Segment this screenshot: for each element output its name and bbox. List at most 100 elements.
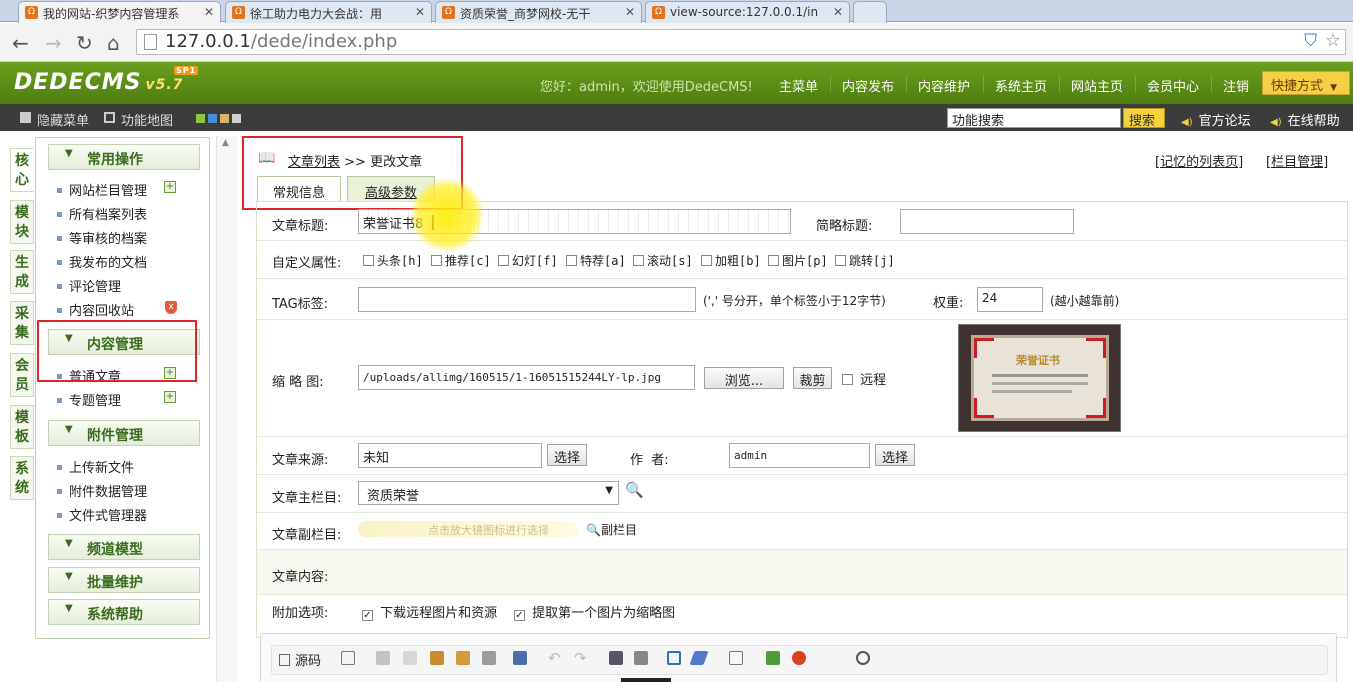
- skin-brown-icon[interactable]: [220, 114, 229, 123]
- source-button[interactable]: 源码: [279, 650, 321, 669]
- remember-list-link[interactable]: [记忆的列表页]: [1155, 151, 1243, 170]
- attr-headline[interactable]: 头条[h]: [363, 252, 423, 269]
- checkbox-checked[interactable]: ✓: [362, 610, 373, 621]
- add-icon[interactable]: +: [164, 391, 176, 403]
- short-title-input[interactable]: [900, 209, 1074, 234]
- menu-item-my-documents[interactable]: 我发布的文档: [57, 252, 147, 271]
- quick-menu-button[interactable]: 快捷方式 ▼: [1262, 71, 1350, 95]
- template-icon[interactable]: [341, 651, 355, 665]
- search-button[interactable]: 搜索: [1123, 108, 1165, 129]
- attr-scroll[interactable]: 滚动[s]: [633, 252, 693, 269]
- extract-thumb-option[interactable]: ✓ 提取第一个图片为缩略图: [514, 602, 675, 621]
- checkbox[interactable]: [498, 255, 509, 266]
- official-forum-link[interactable]: ◀) 官方论坛: [1181, 110, 1251, 129]
- tag-input[interactable]: [358, 287, 696, 312]
- home-icon[interactable]: ⌂: [107, 31, 120, 55]
- main-column-select[interactable]: 资质荣誉 ▼: [358, 481, 619, 505]
- column-manage-link[interactable]: [栏目管理]: [1266, 151, 1328, 170]
- nav-system-home[interactable]: 系统主页: [995, 76, 1047, 95]
- cut-icon[interactable]: [376, 651, 390, 665]
- download-remote-option[interactable]: ✓ 下载远程图片和资源: [362, 602, 497, 621]
- side-tab-generate[interactable]: 生成: [10, 250, 34, 294]
- nav-logout[interactable]: 注销: [1223, 76, 1249, 95]
- attr-special[interactable]: 特荐[a]: [566, 252, 626, 269]
- side-tab-template[interactable]: 模板: [10, 405, 34, 449]
- menu-item-all-archives[interactable]: 所有档案列表: [57, 204, 147, 223]
- menu-item-column-manage[interactable]: 网站栏目管理: [57, 180, 147, 199]
- menu-item-comments[interactable]: 评论管理: [57, 276, 121, 295]
- source-input[interactable]: 未知: [358, 443, 542, 468]
- attr-bold[interactable]: 加粗[b]: [701, 252, 761, 269]
- menu-head-channel[interactable]: ▼ 频道模型: [48, 534, 200, 560]
- thumbnail-path-input[interactable]: /uploads/allimg/160515/1-16051515244LY-l…: [358, 365, 695, 390]
- paste-icon[interactable]: [430, 651, 444, 665]
- add-icon[interactable]: +: [164, 181, 176, 193]
- sub-column-link[interactable]: 🔍副栏目: [586, 521, 637, 538]
- star-icon[interactable]: ☆: [1325, 30, 1341, 51]
- checkbox[interactable]: [431, 255, 442, 266]
- trash-icon[interactable]: x: [165, 301, 177, 314]
- skin-gray-icon[interactable]: [232, 114, 241, 123]
- menu-item-file-manager[interactable]: 文件式管理器: [57, 505, 147, 524]
- new-tab-button[interactable]: [853, 1, 887, 23]
- function-search-input[interactable]: 功能搜索: [947, 108, 1121, 129]
- browser-tab-xugong[interactable]: Ω 徐工助力电力大会战：用 ✕: [225, 1, 432, 23]
- find-icon[interactable]: [609, 651, 623, 665]
- checkbox[interactable]: [701, 255, 712, 266]
- image-icon[interactable]: [766, 651, 780, 665]
- remote-option[interactable]: 远程: [842, 369, 886, 388]
- nav-member-center[interactable]: 会员中心: [1147, 76, 1199, 95]
- checkbox[interactable]: [566, 255, 577, 266]
- tab-close-icon[interactable]: ✕: [625, 5, 635, 19]
- browse-button[interactable]: 浏览...: [704, 367, 784, 389]
- attr-slide[interactable]: 幻灯[f]: [498, 252, 558, 269]
- menu-head-attachment[interactable]: ▼ 附件管理: [48, 420, 200, 446]
- attr-image[interactable]: 图片[p]: [768, 252, 828, 269]
- checkbox[interactable]: [363, 255, 374, 266]
- menu-head-batch[interactable]: ▼ 批量维护: [48, 567, 200, 593]
- tab-close-icon[interactable]: ✕: [415, 5, 425, 19]
- shield-icon[interactable]: ⛉: [1304, 31, 1317, 51]
- side-tab-module[interactable]: 模块: [10, 200, 34, 244]
- special-char-icon[interactable]: [856, 651, 870, 665]
- menu-item-upload[interactable]: 上传新文件: [57, 457, 134, 476]
- side-tab-collect[interactable]: 采集: [10, 301, 34, 345]
- menu-item-recycle-bin[interactable]: 内容回收站: [57, 300, 134, 319]
- reload-icon[interactable]: ↻: [76, 31, 93, 55]
- redo-icon[interactable]: ↷: [574, 649, 587, 667]
- side-tab-core[interactable]: 核心: [10, 148, 34, 192]
- print-icon[interactable]: [513, 651, 527, 665]
- menu-item-topics[interactable]: 专题管理: [57, 390, 121, 409]
- side-tab-member[interactable]: 会员: [10, 353, 34, 397]
- paste-word-icon[interactable]: [482, 651, 496, 665]
- attr-jump[interactable]: 跳转[j]: [835, 252, 895, 269]
- preview-icon[interactable]: [729, 651, 743, 665]
- frame-scrollbar[interactable]: ▲: [216, 136, 238, 682]
- hide-menu-link[interactable]: 隐藏菜单: [37, 110, 89, 129]
- forward-arrow-icon[interactable]: →: [45, 31, 62, 55]
- tab-close-icon[interactable]: ✕: [833, 5, 843, 19]
- side-tab-system[interactable]: 系统: [10, 456, 34, 500]
- menu-item-attachment-data[interactable]: 附件数据管理: [57, 481, 147, 500]
- function-map-link[interactable]: 功能地图: [121, 110, 173, 129]
- sub-column-field[interactable]: 点击放大镜图标进行选择: [358, 521, 578, 537]
- back-arrow-icon[interactable]: ←: [12, 31, 29, 55]
- browser-tab-zizhi[interactable]: Ω 资质荣誉_商梦网校-无干 ✕: [435, 1, 642, 23]
- url-input[interactable]: 127.0.0.1/dede/index.php ⛉ ☆: [136, 29, 1346, 55]
- magnifier-icon[interactable]: 🔍: [625, 481, 644, 499]
- tab-close-icon[interactable]: ✕: [204, 5, 214, 19]
- skin-blue-icon[interactable]: [208, 114, 217, 123]
- skin-green-icon[interactable]: [196, 114, 205, 123]
- attr-recommend[interactable]: 推荐[c]: [431, 252, 491, 269]
- checkbox[interactable]: [835, 255, 846, 266]
- author-input[interactable]: admin: [729, 443, 870, 468]
- undo-icon[interactable]: ↶: [548, 649, 561, 667]
- source-select-button[interactable]: 选择: [547, 444, 587, 466]
- scroll-up-icon[interactable]: ▲: [222, 138, 229, 148]
- copy-icon[interactable]: [403, 651, 417, 665]
- nav-site-home[interactable]: 网站主页: [1071, 76, 1123, 95]
- checkbox[interactable]: [842, 374, 853, 385]
- weight-input[interactable]: 24: [977, 287, 1043, 312]
- replace-icon[interactable]: [634, 651, 648, 665]
- select-all-icon[interactable]: [667, 651, 681, 665]
